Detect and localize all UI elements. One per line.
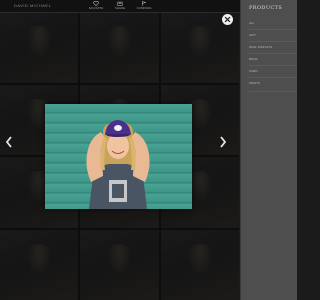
product-item-prints[interactable]: PRINTS [249, 77, 297, 89]
product-item-book[interactable]: BOOK [249, 53, 297, 65]
chevron-right-icon [220, 136, 227, 148]
product-item-wall-displays[interactable]: WALL DISPLAYS [249, 41, 297, 53]
product-item-gift[interactable]: GIFT [249, 29, 297, 41]
products-panel: PRODUCTS ALL GIFT WALL DISPLAYS BOOK CAR… [240, 0, 297, 300]
portrait-photo [86, 120, 150, 209]
compare-button[interactable]: COMPARE [136, 1, 152, 10]
lightbox-photo [45, 104, 192, 209]
close-lightbox-button[interactable] [222, 14, 233, 25]
chevron-left-icon [5, 136, 12, 148]
favorite-label: FAVORITE [88, 6, 104, 10]
product-item-card[interactable]: CARD [249, 65, 297, 77]
next-photo-button[interactable] [218, 134, 228, 148]
gallery-owner-name: DAVID MICHAEL [14, 3, 52, 8]
products-divider [249, 91, 297, 92]
products-title: PRODUCTS [249, 5, 283, 11]
favorite-button[interactable]: FAVORITE [88, 1, 104, 10]
products-list: ALL GIFT WALL DISPLAYS BOOK CARD PRINTS [241, 18, 297, 89]
share-button[interactable]: SHARE [112, 1, 128, 10]
share-label: SHARE [114, 6, 126, 10]
compare-label: COMPARE [136, 6, 152, 10]
previous-photo-button[interactable] [4, 134, 14, 148]
top-actions: FAVORITE SHARE COMPARE [88, 1, 152, 10]
close-icon [224, 16, 231, 23]
product-item-all[interactable]: ALL [249, 18, 297, 29]
